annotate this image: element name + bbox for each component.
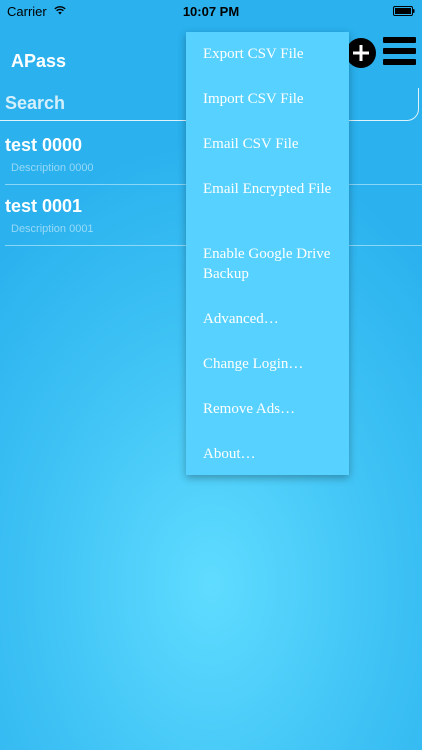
- menu-item-remove-ads[interactable]: Remove Ads…: [203, 399, 335, 419]
- plus-circle-icon: [353, 45, 369, 61]
- menu-item-about[interactable]: About…: [203, 444, 335, 464]
- menu-item-import-csv[interactable]: Import CSV File: [203, 89, 335, 109]
- clock: 10:07 PM: [182, 4, 240, 19]
- menu-item-advanced[interactable]: Advanced…: [203, 309, 335, 329]
- status-bar: Carrier 10:07 PM: [0, 0, 422, 22]
- battery-icon: [393, 6, 415, 16]
- menu-item-export-csv[interactable]: Export CSV File: [203, 44, 335, 64]
- menu-button[interactable]: [383, 37, 416, 65]
- options-menu: Export CSV File Import CSV File Email CS…: [186, 32, 349, 475]
- menu-item-email-encrypted[interactable]: Email Encrypted File: [203, 179, 335, 199]
- entry-title: test 0000: [5, 135, 83, 155]
- entry-description: Description 0000: [11, 162, 94, 174]
- entry-description: Description 0001: [11, 223, 94, 235]
- entry-title: test 0001: [5, 196, 83, 216]
- app-title: APass: [11, 51, 67, 71]
- menu-item-email-csv[interactable]: Email CSV File: [203, 134, 335, 154]
- menu-item-google-drive-backup[interactable]: Enable Google Drive Backup: [203, 244, 335, 284]
- menu-item-change-login[interactable]: Change Login…: [203, 354, 335, 374]
- add-entry-button[interactable]: [346, 38, 376, 68]
